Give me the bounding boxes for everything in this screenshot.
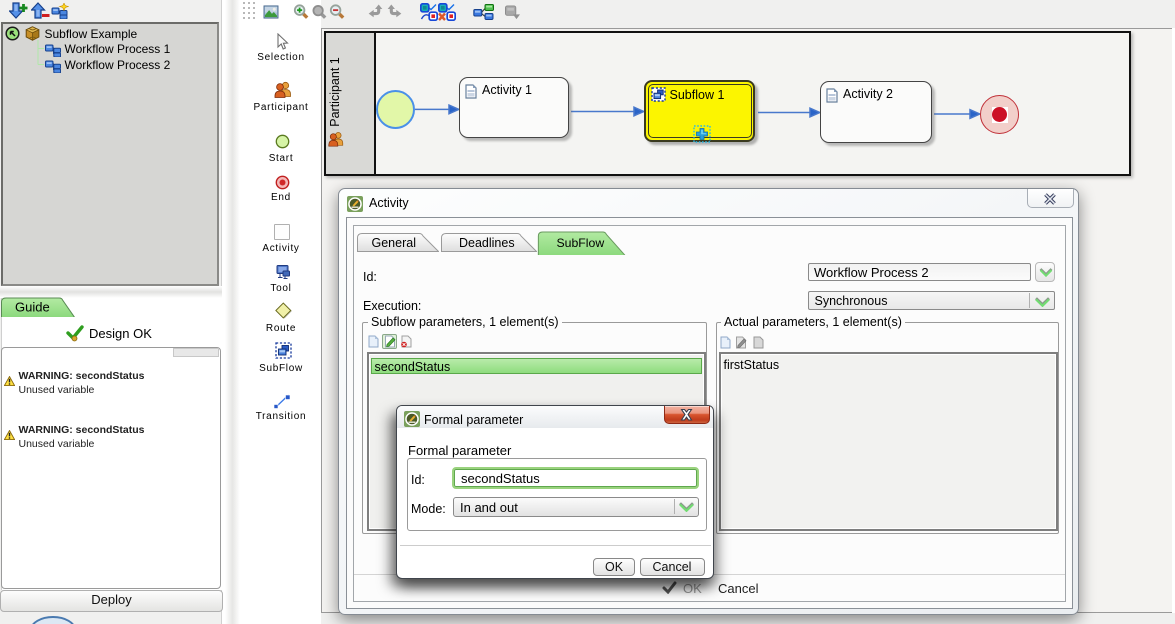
svg-text:Deadlines: Deadlines bbox=[459, 236, 515, 250]
svg-text:SubFlow: SubFlow bbox=[557, 235, 605, 249]
svg-text:General: General bbox=[372, 236, 416, 250]
svg-text:Guide: Guide bbox=[15, 300, 50, 315]
